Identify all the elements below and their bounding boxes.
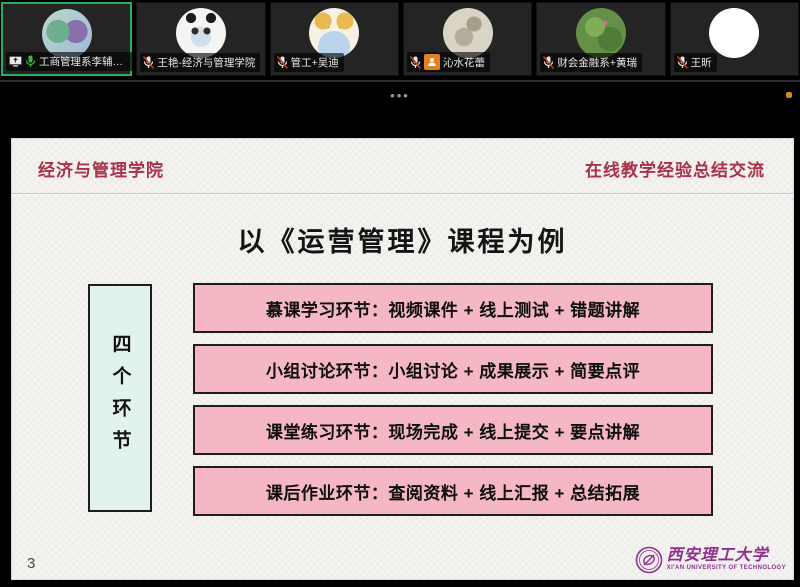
participant-name: 王昕 <box>691 55 712 70</box>
participant-tile[interactable]: 管工+吴迪 <box>270 2 399 76</box>
avatar <box>576 8 626 58</box>
slide-header-left: 经济与管理学院 <box>38 156 164 181</box>
process-step-row: 小组讨论环节：小组讨论 + 成果展示 + 简要点评 <box>193 344 713 394</box>
participant-name: 财会金融系+黄瑞 <box>557 55 637 70</box>
more-participants-indicator[interactable]: ••• <box>0 88 800 103</box>
person-badge-icon <box>424 54 440 70</box>
participant-tile[interactable]: 王昕 <box>670 2 799 76</box>
meeting-window: 工商管理系李辅奋的屏... <box>0 0 800 587</box>
participant-name: 工商管理系李辅奋的屏... <box>39 54 128 69</box>
logo-name-cn: 西安理工大学 <box>667 548 786 565</box>
mic-muted-icon <box>410 56 421 69</box>
slide-header-divider <box>11 193 794 194</box>
process-step-row: 慕课学习环节：视频课件 + 线上测试 + 错题讲解 <box>193 283 713 333</box>
participant-tile[interactable]: 沁水花蕾 <box>403 2 532 76</box>
mic-muted-icon <box>543 56 554 69</box>
avatar <box>309 8 359 58</box>
process-step-label: 课堂练习环节：现场完成 + 线上提交 + 要点讲解 <box>266 418 640 443</box>
avatar <box>443 8 493 58</box>
university-logo: 西安理工大学 XI'AN UNIVERSITY OF TECHNOLOGY <box>635 546 786 574</box>
participant-name-bar: 财会金融系+黄瑞 <box>540 53 642 72</box>
logo-emblem-icon <box>635 546 663 574</box>
participant-strip: 工商管理系李辅奋的屏... <box>0 0 800 78</box>
process-step-row: 课堂练习环节：现场完成 + 线上提交 + 要点讲解 <box>193 405 713 455</box>
process-step-row: 课后作业环节：查阅资料 + 线上汇报 + 总结拓展 <box>193 466 713 516</box>
participant-name: 王艳-经济与管理学院 <box>157 55 255 70</box>
participant-tile[interactable]: 王艳-经济与管理学院 <box>136 2 265 76</box>
page-number: 3 <box>27 555 35 572</box>
participant-name-bar: 管工+吴迪 <box>274 53 344 72</box>
slide-header: 经济与管理学院 在线教学经验总结交流 <box>38 156 765 181</box>
avatar <box>709 8 759 58</box>
process-step-label: 课后作业环节：查阅资料 + 线上汇报 + 总结拓展 <box>266 479 640 504</box>
strip-divider <box>0 80 800 82</box>
process-step-label: 小组讨论环节：小组讨论 + 成果展示 + 简要点评 <box>266 357 640 382</box>
shared-slide: 经济与管理学院 在线教学经验总结交流 以《运营管理》课程为例 四个环节 慕课学习… <box>11 138 794 580</box>
participant-tile[interactable]: 财会金融系+黄瑞 <box>536 2 665 76</box>
notification-dot-icon <box>786 92 792 98</box>
process-steps: 慕课学习环节：视频课件 + 线上测试 + 错题讲解 小组讨论环节：小组讨论 + … <box>193 283 713 516</box>
participant-name: 沁水花蕾 <box>443 55 485 70</box>
mic-muted-icon <box>677 56 688 69</box>
participant-name: 管工+吴迪 <box>291 55 339 70</box>
slide-header-right: 在线教学经验总结交流 <box>585 156 765 181</box>
side-label: 四个环节 <box>107 334 134 462</box>
avatar <box>176 8 226 58</box>
screen-share-icon <box>9 56 22 67</box>
process-step-label: 慕课学习环节：视频课件 + 线上测试 + 错题讲解 <box>266 296 640 321</box>
participant-name-bar: 工商管理系李辅奋的屏... <box>6 52 133 71</box>
participant-tile[interactable]: 工商管理系李辅奋的屏... <box>1 2 132 76</box>
mic-muted-icon <box>277 56 288 69</box>
participant-name-bar: 王艳-经济与管理学院 <box>140 53 260 72</box>
logo-name-en: XI'AN UNIVERSITY OF TECHNOLOGY <box>667 565 786 571</box>
side-label-box: 四个环节 <box>88 284 152 512</box>
slide-title: 以《运营管理》课程为例 <box>11 220 794 259</box>
mic-on-icon <box>25 55 36 68</box>
participant-name-bar: 王昕 <box>674 53 717 72</box>
participant-name-bar: 沁水花蕾 <box>407 52 490 72</box>
mic-muted-icon <box>143 56 154 69</box>
